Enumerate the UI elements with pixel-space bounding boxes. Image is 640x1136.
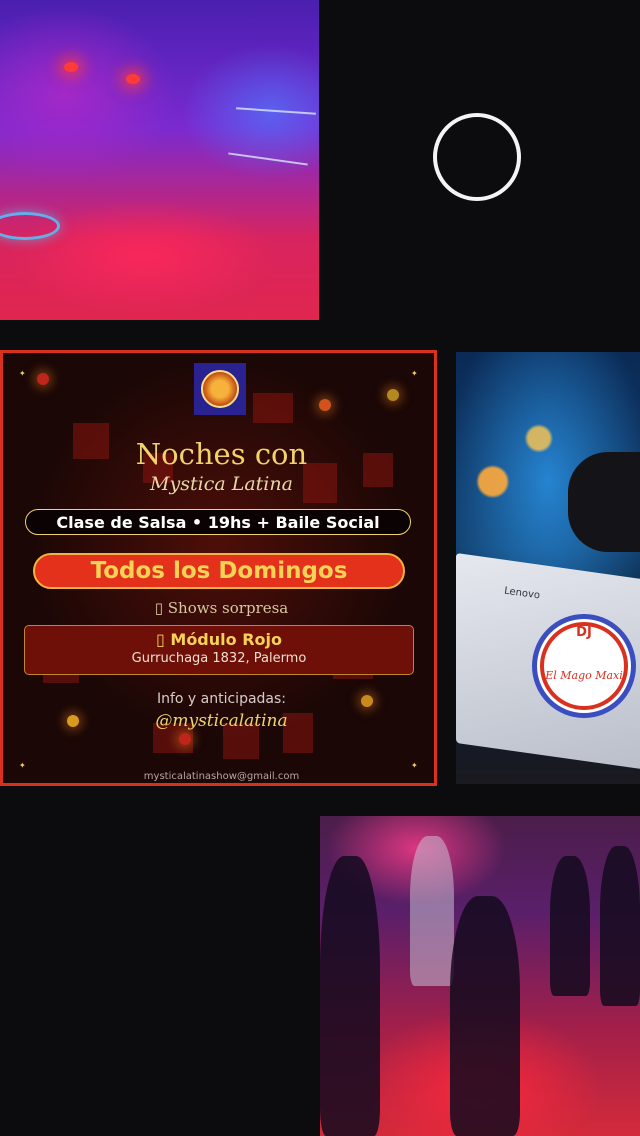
sparkle-icon: ✦ [411,761,418,770]
class-schedule-bar: Clase de Salsa • 19hs + Baile Social [25,509,411,535]
info-label: Info y anticipadas: [156,691,287,707]
floor-light [0,212,60,240]
venue-box: ▯ Módulo Rojo Gurruchaga 1832, Palermo [24,625,414,675]
dancer-silhouette [600,846,640,1006]
dancer-silhouette [550,856,590,996]
dancer-silhouette [320,856,380,1136]
event-flyer[interactable]: ✦ ✦ ✦ ✦ Noches con Mystica Latina Clase … [0,350,437,786]
flyer-subtitle: Mystica Latina [150,473,293,495]
dance-floor-photo[interactable] [320,816,640,1136]
shows-line: ▯ Shows sorpresa [154,599,289,617]
mystica-latina-logo [194,363,246,415]
sparkle-icon: ✦ [19,761,26,770]
dancer-silhouette [410,836,454,986]
venue-name: ▯ Módulo Rojo [156,630,282,649]
stage-light [126,74,140,84]
light-streak [236,107,316,115]
days-pill: Todos los Domingos [33,553,405,589]
venue-address: Gurruchaga 1832, Palermo [131,651,307,666]
dj-arm [568,452,640,552]
dj-photo[interactable]: Lenovo DJ El Mago Maxi [456,352,640,784]
sparkle-icon: ✦ [411,369,418,378]
dancer-silhouette [450,896,520,1136]
flyer-title: Noches con [135,437,308,471]
club-photo[interactable] [0,0,319,320]
contact-email: mysticalatinashow@gmail.com [143,771,300,782]
instagram-handle: @mysticalatina [155,711,288,731]
sticker-name: El Mago Maxi [545,669,623,682]
stage-light [64,62,78,72]
light-streak [228,152,308,166]
sparkle-icon: ✦ [19,369,26,378]
sticker-dj-label: DJ [576,625,592,640]
record-circle-icon[interactable] [433,113,521,201]
dj-sticker: DJ El Mago Maxi [532,614,636,718]
